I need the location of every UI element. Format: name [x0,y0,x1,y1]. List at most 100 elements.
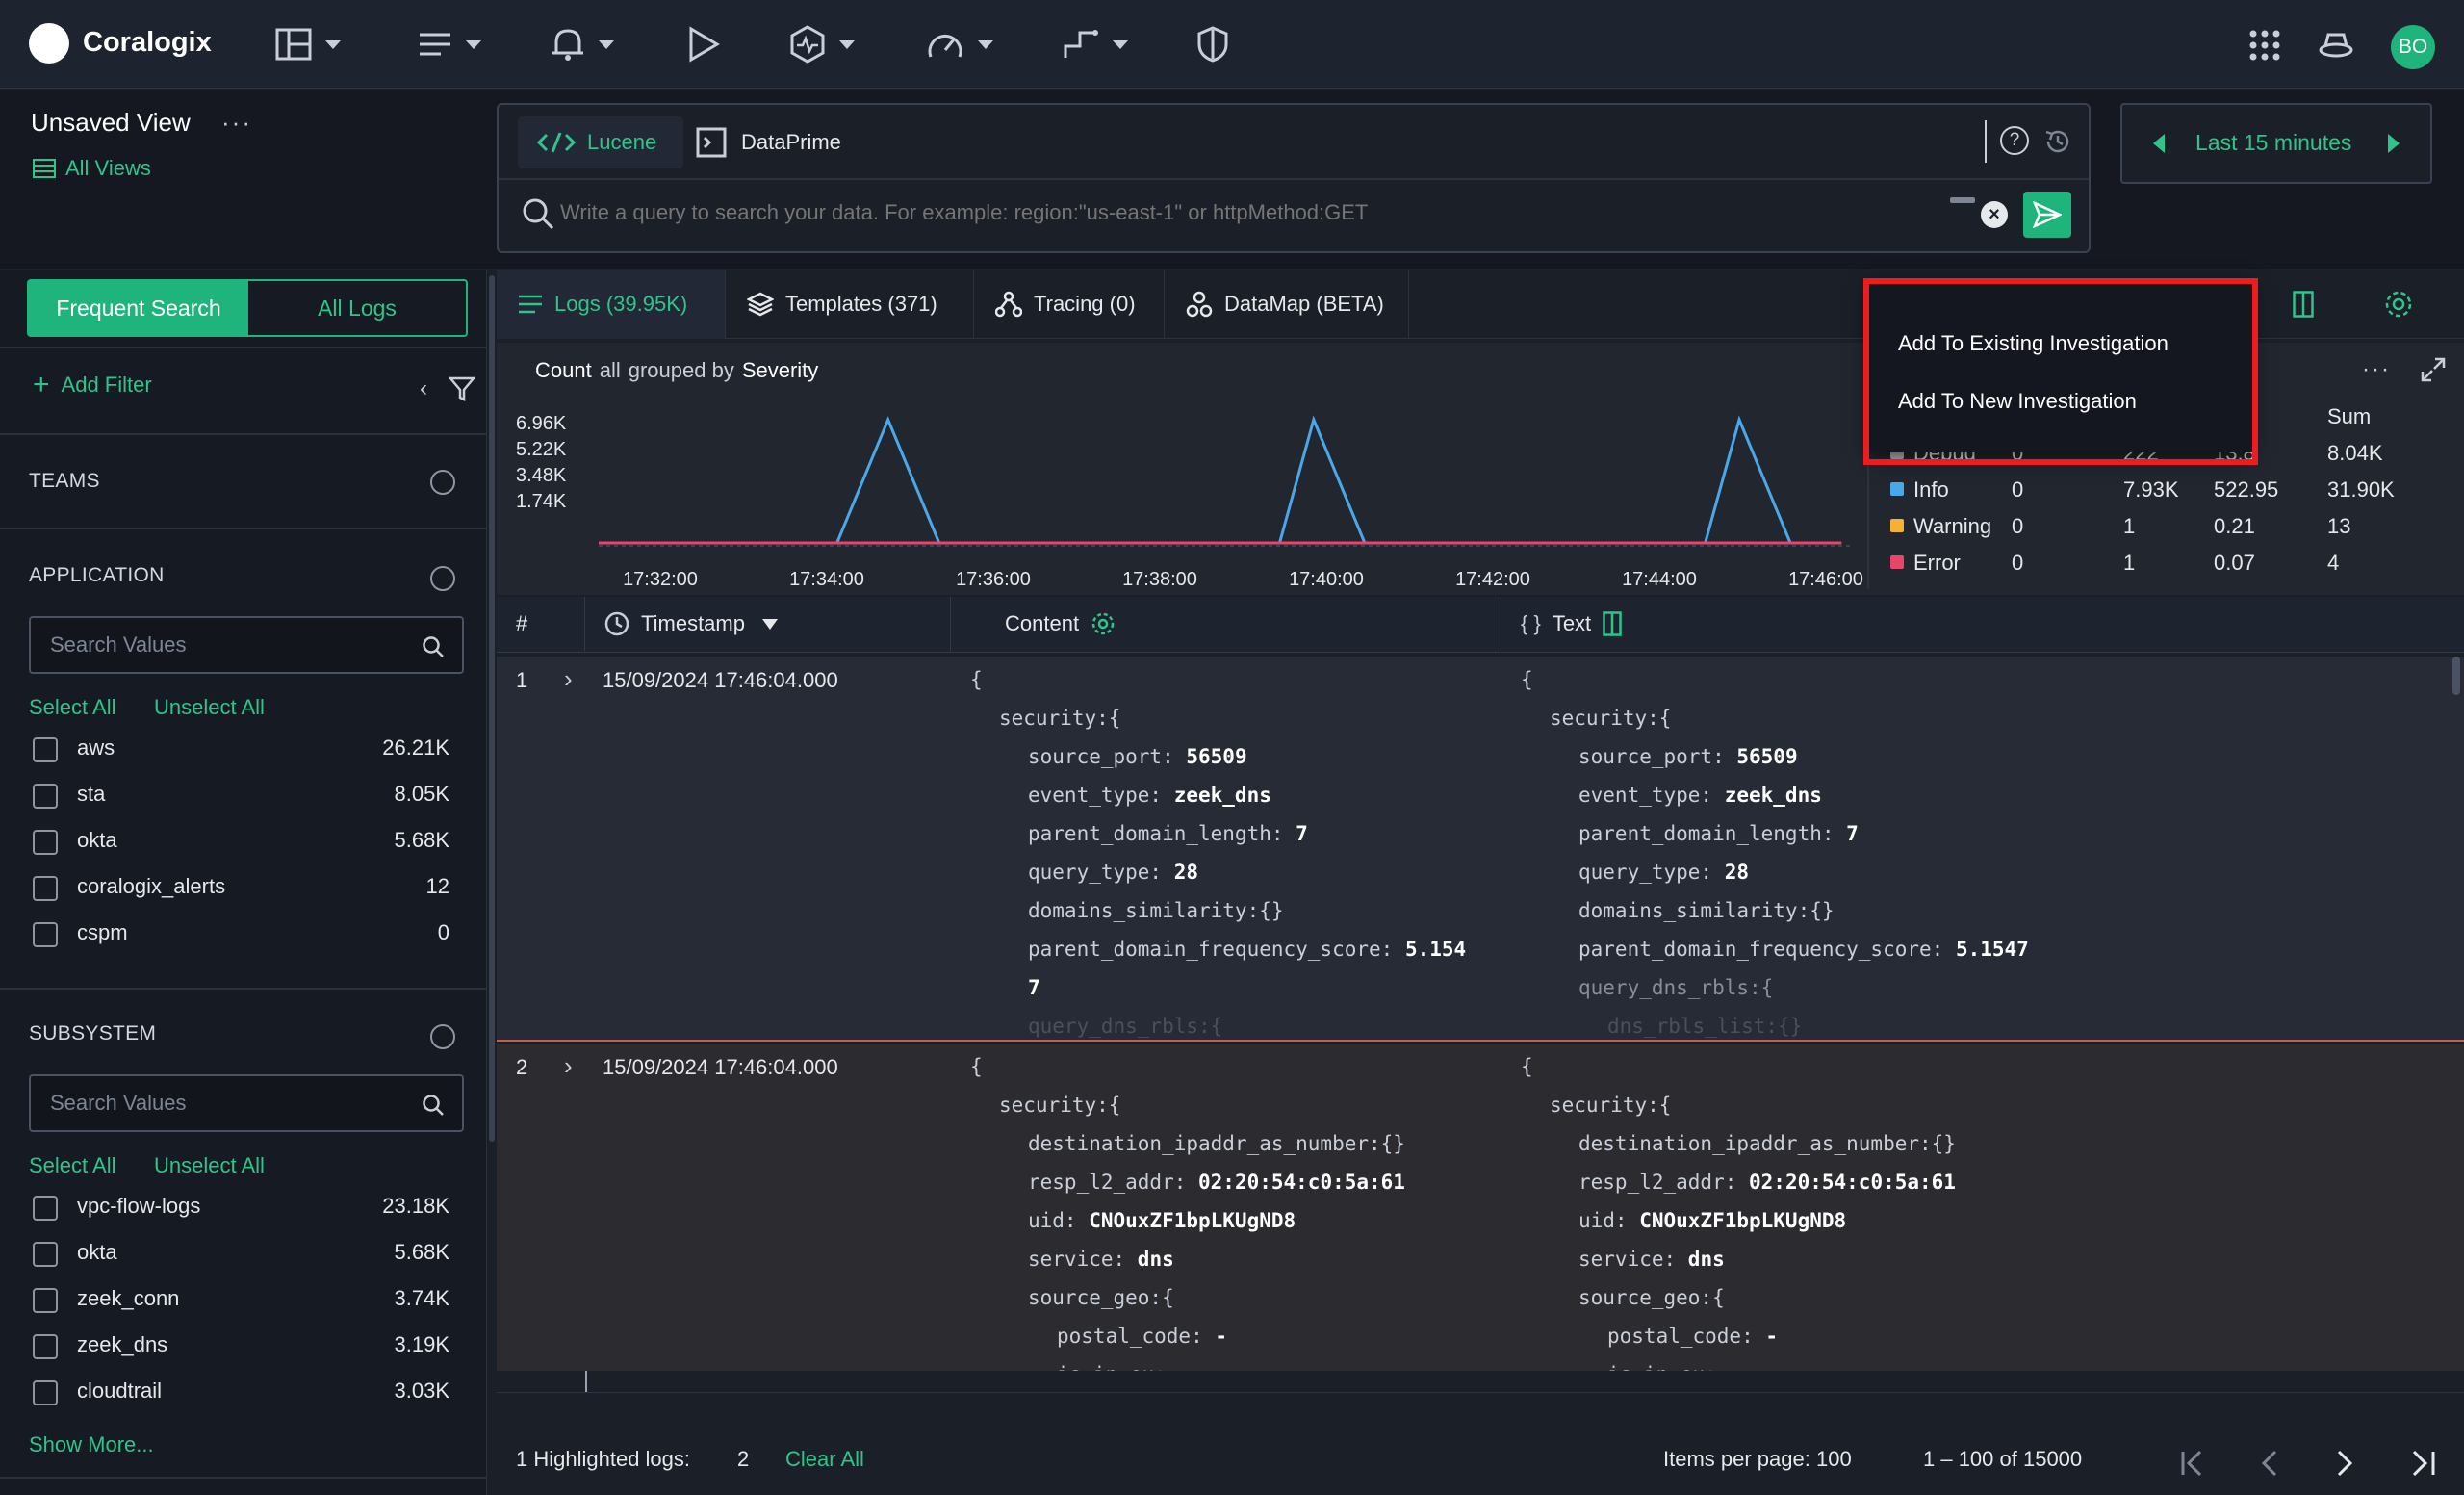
livetail-button[interactable] [687,21,720,67]
alerts-menu[interactable] [551,21,614,67]
application-item-label[interactable]: aws [77,735,115,760]
all-views-link[interactable]: All Views [33,156,151,181]
dashboards-menu[interactable] [275,21,341,67]
investigation-hat-icon[interactable] [2318,31,2354,60]
lucene-tab[interactable]: Lucene [518,116,683,168]
application-search-input[interactable]: Search Values [29,616,464,674]
subsystem-search-input[interactable]: Search Values [29,1074,464,1132]
filter-funnel-icon[interactable] [449,375,475,402]
divider [1985,120,1987,163]
application-item-label[interactable]: cspm [77,920,128,945]
col-content[interactable]: Content [951,597,1502,651]
sidebar-scrollbar[interactable] [489,275,495,1142]
clear-query-icon[interactable]: × [1981,201,2008,228]
text-line: domains_similarity:{} [1578,899,1835,922]
grid-scrollbar[interactable] [2452,657,2460,695]
tab-templates[interactable]: Templates (371) [726,270,974,339]
columns-icon[interactable] [1603,611,1622,636]
series-line-info[interactable] [599,415,1842,545]
all-logs-tab[interactable]: All Logs [248,281,466,335]
time-picker[interactable]: Last 15 minutes [2120,103,2432,184]
subsystem-checkbox[interactable] [33,1242,58,1267]
apm-menu[interactable] [789,21,855,67]
add-new-investigation-item[interactable]: Add To New Investigation [1898,389,2137,414]
application-item-label[interactable]: sta [77,782,105,807]
coralogix-logo-icon[interactable] [29,23,69,64]
application-item-label[interactable]: okta [77,828,117,853]
settings-gear-icon[interactable] [1091,611,1116,636]
show-more-link[interactable]: Show More... [29,1432,154,1457]
expand-icon[interactable] [2420,356,2447,383]
collapse-subsystem-icon[interactable] [430,1024,455,1049]
settings-gear-icon[interactable] [2383,289,2414,320]
expand-row-icon[interactable]: › [564,664,573,694]
col-text[interactable]: { } Text [1502,597,2464,651]
select-all-link[interactable]: Select All [29,695,116,720]
chart-more-icon[interactable]: ··· [2362,356,2391,383]
subsystem-item-label[interactable]: vpc-flow-logs [77,1194,200,1219]
collapse-application-icon[interactable] [430,566,455,591]
data-flow-menu[interactable] [926,21,993,67]
integrations-menu[interactable] [1063,21,1128,67]
view-title[interactable]: Unsaved View [31,108,191,138]
severity-line-chart[interactable]: 6.96K 5.22K 3.48K 1.74K 17:32:00 17:34:00 17:3… [497,400,1863,593]
select-all-link[interactable]: Select All [29,1153,116,1178]
avatar[interactable]: BO [2391,25,2435,69]
items-per-page[interactable]: Items per page: 100 [1663,1447,1852,1472]
first-page-icon[interactable] [2179,1449,2208,1478]
subsystem-item-label[interactable]: zeek_conn [77,1286,179,1311]
application-checkbox[interactable] [33,876,58,901]
subsystem-checkbox[interactable] [33,1380,58,1405]
query-input[interactable] [560,193,1792,232]
last-page-icon[interactable] [2408,1449,2437,1478]
unselect-all-link[interactable]: Unselect All [154,695,265,720]
chart-header[interactable]: Count all grouped by Severity [535,358,818,383]
columns-icon[interactable] [2293,291,2314,318]
text-line: resp_l2_addr: 02:20:54:c0:5a:61 [1578,1171,1956,1194]
prev-time-icon[interactable] [2153,134,2165,153]
legend-cell: 13 [2327,514,2351,538]
subsystem-checkbox[interactable] [33,1196,58,1221]
add-existing-investigation-item[interactable]: Add To Existing Investigation [1898,331,2169,356]
add-filter-button[interactable]: + Add Filter [33,371,152,400]
history-icon[interactable] [2042,126,2073,157]
dataprime-tab[interactable]: DataPrime [695,116,841,168]
security-button[interactable] [1197,21,1228,67]
table-row[interactable]: 2 › 15/09/2024 17:46:04.000 {security:{dest… [497,1044,2464,1371]
subsystem-title[interactable]: SUBSYSTEM [29,1022,156,1045]
unselect-all-link[interactable]: Unselect All [154,1153,265,1178]
col-timestamp[interactable]: Timestamp [585,597,951,651]
table-row[interactable]: 1 › 15/09/2024 17:46:04.000 {security:{sour… [497,657,2464,1042]
subsystem-checkbox[interactable] [33,1288,58,1313]
application-title[interactable]: APPLICATION [29,564,165,587]
tab-logs[interactable]: Logs (39.95K) [497,270,726,339]
clear-all-link[interactable]: Clear All [785,1447,864,1472]
next-time-icon[interactable] [2388,134,2400,153]
view-more-icon[interactable]: ··· [221,108,252,138]
application-checkbox[interactable] [33,830,58,855]
run-query-button[interactable] [2023,192,2071,238]
next-page-icon[interactable] [2333,1449,2356,1478]
subsystem-item-label[interactable]: okta [77,1240,117,1265]
expand-teams-icon[interactable] [430,470,455,495]
collapse-chevron-icon[interactable]: ‹ [420,375,427,402]
application-checkbox[interactable] [33,922,58,947]
expand-row-icon[interactable]: › [564,1051,573,1081]
prev-page-icon[interactable] [2258,1449,2281,1478]
tab-datamap[interactable]: DataMap (BETA) [1165,270,1409,339]
teams-title[interactable]: TEAMS [29,470,100,493]
subsystem-item-label[interactable]: zeek_dns [77,1332,167,1357]
application-checkbox[interactable] [33,737,58,762]
explore-menu[interactable] [418,21,481,67]
apps-grid-icon[interactable] [2248,29,2281,62]
sort-desc-icon[interactable] [761,618,778,630]
app-name[interactable]: Coralogix [83,27,212,59]
help-icon[interactable]: ? [2000,126,2029,155]
application-checkbox[interactable] [33,784,58,809]
application-item-label[interactable]: coralogix_alerts [77,874,225,899]
subsystem-item-label[interactable]: cloudtrail [77,1379,162,1404]
frequent-search-tab[interactable]: Frequent Search [29,281,248,335]
top-nav: Coralogix BO [0,0,2464,89]
tab-tracing[interactable]: Tracing (0) [974,270,1165,339]
subsystem-checkbox[interactable] [33,1334,58,1359]
